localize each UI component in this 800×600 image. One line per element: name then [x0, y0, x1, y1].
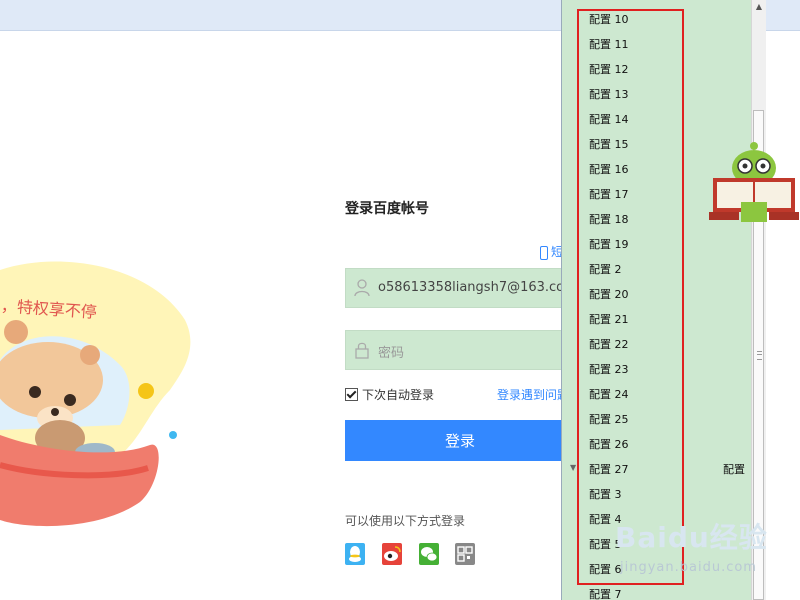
remember-label: 下次自动登录	[362, 388, 435, 402]
sms-login-link[interactable]: 短	[540, 243, 563, 260]
qq-icon[interactable]	[345, 543, 365, 565]
dropdown-arrow-icon: ▼	[570, 463, 577, 472]
scroll-up-arrow-icon[interactable]: ▲	[752, 2, 766, 14]
mascot-graphic	[709, 142, 799, 222]
watermark-brand: Baidu经验	[615, 521, 768, 554]
wechat-icon[interactable]	[419, 543, 439, 565]
password-field[interactable]: 密码	[345, 330, 575, 370]
baidu-jingyan-watermark: Baidu经验 jingyan.baidu.com	[615, 512, 795, 582]
qq-icon-graphic	[349, 546, 361, 562]
username-value: o58613358liangsh7@163.com	[378, 280, 577, 295]
phone-icon	[540, 245, 548, 260]
scroll-grip-icon	[757, 351, 762, 360]
remember-checkbox[interactable]	[345, 388, 358, 401]
qrcode-icon-graphic	[457, 546, 473, 562]
qrcode-icon[interactable]	[455, 543, 475, 565]
dropdown-item[interactable]: 配置 7	[589, 586, 622, 600]
red-highlight-box	[577, 9, 684, 585]
config-side-label: 配置	[723, 463, 745, 476]
watermark-url: jingyan.baidu.com	[620, 560, 757, 575]
remember-me[interactable]: 下次自动登录	[345, 386, 434, 403]
dropdown-scrollbar[interactable]: ▲	[751, 0, 766, 600]
mascot-image	[709, 140, 799, 225]
weibo-icon-graphic	[384, 546, 401, 561]
login-button[interactable]: 登录	[345, 420, 575, 461]
lock-icon	[355, 342, 369, 359]
bear-illustration: 恩，特权享不停	[0, 240, 200, 560]
password-placeholder: 密码	[378, 346, 405, 361]
wechat-icon-graphic	[421, 547, 438, 562]
login-title: 登录百度帐号	[345, 201, 429, 217]
weibo-icon[interactable]	[382, 543, 402, 565]
other-methods-label: 可以使用以下方式登录	[345, 514, 466, 528]
login-issue-link[interactable]: 登录遇到问题	[497, 386, 569, 403]
username-field[interactable]: o58613358liangsh7@163.com	[345, 268, 577, 308]
bear-illustration-graphic	[0, 261, 191, 527]
user-icon	[354, 279, 370, 297]
